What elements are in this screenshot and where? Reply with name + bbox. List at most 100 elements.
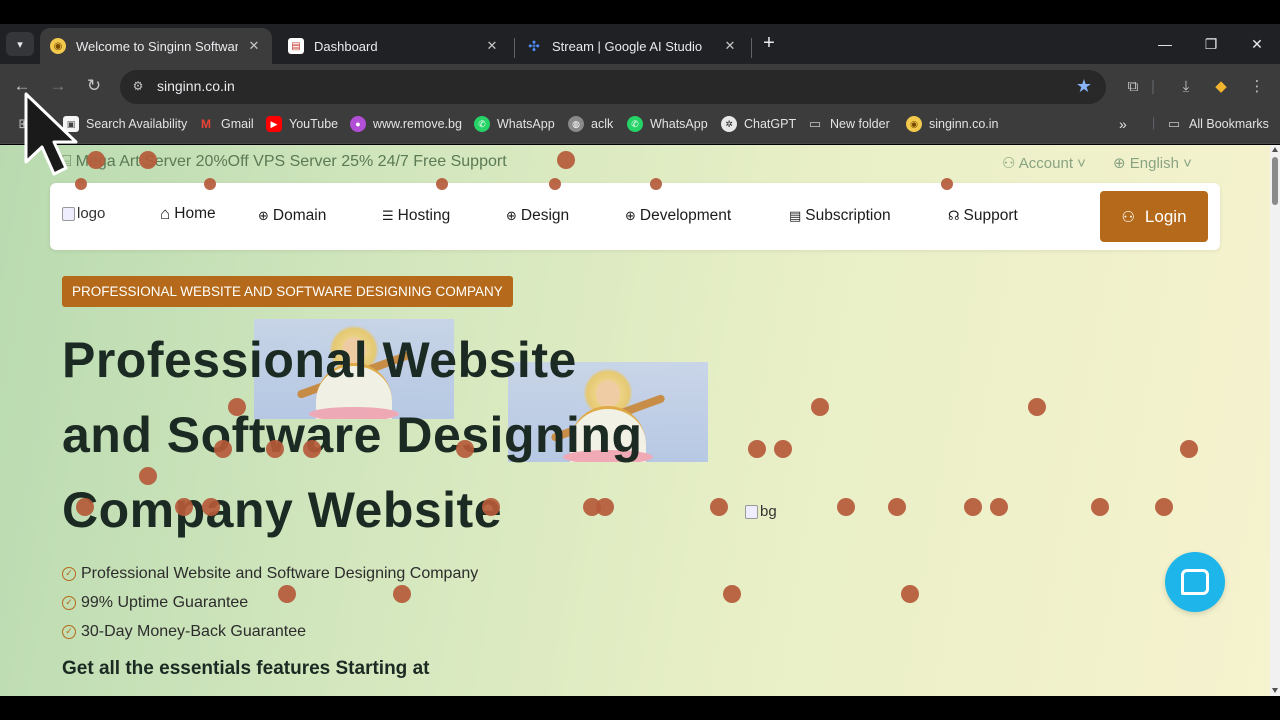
- ai-studio-favicon-icon: ✣: [528, 37, 540, 54]
- bookmark-gmail[interactable]: M Gmail: [198, 116, 254, 132]
- nav-design[interactable]: ⊕ Design: [506, 207, 569, 225]
- hero-badge: PROFESSIONAL WEBSITE AND SOFTWARE DESIGN…: [62, 276, 513, 307]
- account-label: Account: [1018, 155, 1073, 172]
- globe-icon: ◍: [568, 116, 584, 132]
- all-bookmarks-button[interactable]: ▭ All Bookmarks: [1166, 116, 1269, 132]
- address-bar[interactable]: ⚙ singinn.co.in ★: [120, 70, 1106, 104]
- nav-home[interactable]: ⌂ Home: [160, 204, 216, 224]
- dashboard-favicon-icon: ▤: [288, 38, 304, 54]
- tab-singinn[interactable]: ◉ Welcome to Singinn Software P ✕: [40, 28, 272, 64]
- close-icon[interactable]: ✕: [484, 38, 500, 54]
- download-icon[interactable]: ⤓: [1175, 76, 1197, 98]
- bookmark-whatsapp-2[interactable]: ✆ WhatsApp: [627, 116, 708, 132]
- headline-word: Website: [307, 482, 503, 538]
- site-settings-icon[interactable]: ⚙: [130, 79, 146, 95]
- scroll-up-arrow-icon[interactable]: [1272, 147, 1278, 152]
- chat-widget-button[interactable]: [1165, 552, 1225, 612]
- reload-icon: ↻: [86, 76, 102, 95]
- broken-image-icon: [62, 206, 75, 221]
- feature-list: ✓ Professional Website and Software Desig…: [62, 559, 478, 646]
- promo-text: Mega Art Server 20%Off VPS Server 25% 24…: [75, 153, 507, 170]
- bookmark-chatgpt[interactable]: ✲ ChatGPT: [721, 116, 796, 132]
- nav-domain[interactable]: ⊕ Domain: [258, 207, 326, 225]
- bookmark-aclk[interactable]: ◍ aclk: [568, 116, 613, 132]
- tab-ai-studio[interactable]: ✣ Stream | Google AI Studio ✕: [516, 28, 748, 64]
- tab-title: Welcome to Singinn Software P: [76, 38, 238, 54]
- new-tab-button[interactable]: +: [758, 32, 780, 56]
- headline-line: Professional Website: [62, 332, 577, 388]
- bottom-letterbox: [0, 696, 1280, 720]
- whatsapp-icon: ✆: [627, 116, 643, 132]
- bookmarks-bar: ⊞ ▣ Search Availability M Gmail ▶ YouTube ●…: [0, 108, 1280, 144]
- close-icon[interactable]: ✕: [246, 38, 262, 54]
- language-label: English: [1129, 155, 1179, 172]
- minimize-button[interactable]: —: [1150, 32, 1180, 56]
- nav-label: Subscription: [805, 207, 891, 224]
- close-icon: ✕: [1251, 36, 1263, 52]
- nav-label: Domain: [272, 207, 327, 224]
- close-icon[interactable]: ✕: [722, 38, 738, 54]
- tab-dashboard[interactable]: ▤ Dashboard ✕: [278, 28, 510, 64]
- headline-word: Company: [62, 482, 294, 538]
- account-menu[interactable]: ⚇ Account ˅: [1002, 154, 1086, 172]
- user-icon: ⚇: [1002, 155, 1019, 172]
- language-menu[interactable]: ⊕ English ˅: [1113, 154, 1192, 172]
- bookmark-remove-bg[interactable]: ● www.remove.bg: [350, 116, 462, 132]
- bookmark-label: All Bookmarks: [1189, 117, 1269, 131]
- globe-icon: ⊕: [1113, 155, 1130, 172]
- login-button[interactable]: ⚇ Login: [1100, 191, 1208, 242]
- nav-label: Hosting: [397, 207, 451, 224]
- singinn-favicon-icon: ◉: [50, 38, 66, 54]
- logo-alt-text: logo: [77, 205, 106, 222]
- bookmark-new-folder[interactable]: ▭ New folder: [807, 116, 890, 132]
- decor-dot: [723, 585, 741, 603]
- decor-dot: [1180, 440, 1198, 458]
- decor-dot: [901, 585, 919, 603]
- headset-icon: ☊: [948, 208, 960, 223]
- scroll-thumb[interactable]: [1272, 157, 1278, 205]
- more-menu-icon[interactable]: ⋮: [1246, 76, 1268, 98]
- chevron-down-icon: ▾: [17, 38, 23, 51]
- plus-icon: +: [763, 32, 775, 54]
- site-navbar: logo ⌂ Home ⊕ Domain ☰ Hosting ⊕ Design ⊕ Dev…: [50, 183, 1220, 250]
- tab-title: Dashboard: [314, 38, 378, 54]
- reload-button[interactable]: ↻: [82, 75, 106, 99]
- feature-text: 30-Day Money-Back Guarantee: [81, 622, 306, 640]
- decor-dot: [1028, 398, 1046, 416]
- globe-icon: ⊕: [625, 208, 636, 223]
- site-logo[interactable]: logo: [62, 205, 105, 222]
- bookmark-star-icon[interactable]: ★: [1076, 76, 1092, 97]
- user-icon: ⚇: [1121, 208, 1135, 226]
- chevron-down-icon: ˅: [1073, 155, 1086, 172]
- nav-support[interactable]: ☊ Support: [948, 207, 1018, 225]
- essentials-heading: Get all the essentials features Starting…: [62, 658, 430, 679]
- decor-dot: [1091, 498, 1109, 516]
- nav-hosting[interactable]: ☰ Hosting: [382, 207, 450, 225]
- document-icon: ▤: [789, 208, 802, 223]
- singinn-favicon-icon: ◉: [906, 116, 922, 132]
- bookmark-youtube[interactable]: ▶ YouTube: [266, 116, 338, 132]
- close-window-button[interactable]: ✕: [1242, 32, 1272, 56]
- bookmark-label: New folder: [830, 117, 890, 131]
- bookmark-label: WhatsApp: [497, 117, 555, 131]
- check-circle-icon: ✓: [62, 624, 76, 639]
- youtube-icon: ▶: [266, 116, 282, 132]
- headline-line: and Software Designing: [62, 407, 643, 463]
- bookmark-label: Search Availability: [86, 117, 188, 131]
- gmail-icon: M: [201, 117, 211, 131]
- bg-alt-text: bg: [760, 503, 777, 520]
- more-bookmarks-button[interactable]: »: [1119, 116, 1127, 132]
- extensions-icon[interactable]: ⧉: [1122, 76, 1144, 98]
- bookmark-singinn[interactable]: ◉ singinn.co.in: [906, 116, 999, 132]
- tab-search-button[interactable]: ▾: [6, 32, 34, 56]
- profile-extension-icon[interactable]: ◆: [1210, 76, 1232, 98]
- page-scrollbar[interactable]: [1270, 145, 1280, 696]
- nav-label: Design: [520, 207, 570, 224]
- browser-toolbar: ← → ↻ ⚙ singinn.co.in ★ ⧉ | ⤓ ◆ ⋮: [0, 64, 1280, 108]
- decor-dot: [964, 498, 982, 516]
- restore-button[interactable]: ❐: [1196, 32, 1226, 56]
- scroll-down-arrow-icon[interactable]: [1272, 688, 1278, 693]
- nav-development[interactable]: ⊕ Development: [625, 207, 731, 225]
- bookmark-whatsapp-1[interactable]: ✆ WhatsApp: [474, 116, 555, 132]
- nav-subscription[interactable]: ▤ Subscription: [789, 207, 891, 225]
